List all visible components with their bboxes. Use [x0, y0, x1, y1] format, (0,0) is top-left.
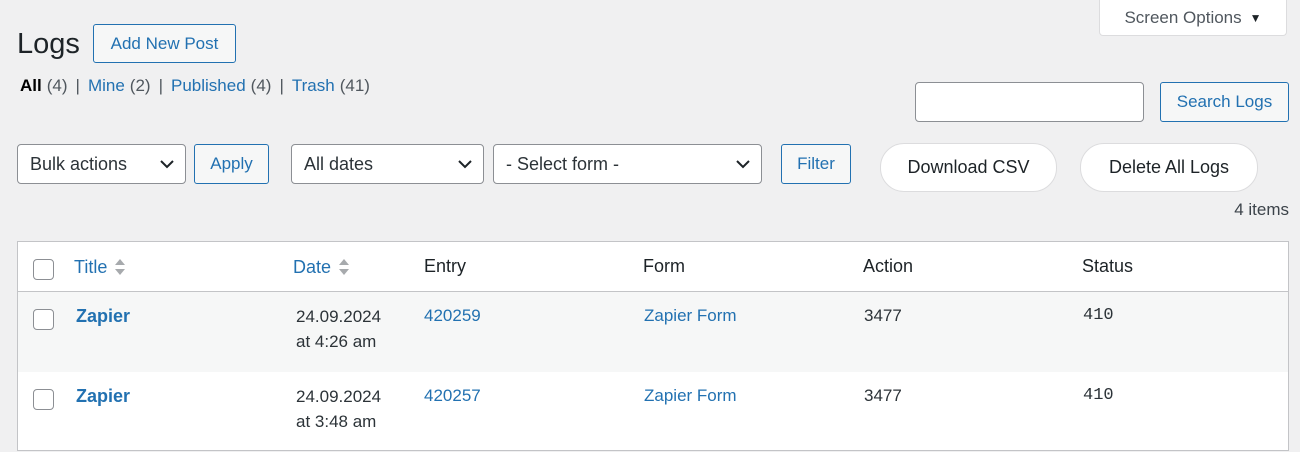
chevron-down-icon — [458, 160, 472, 169]
chevron-down-icon — [160, 160, 174, 169]
logs-table: Title Date Entry Form Action Status Zapi… — [17, 241, 1289, 451]
filter-button[interactable]: Filter — [781, 144, 851, 184]
row-action: 3477 — [864, 386, 902, 405]
sort-icon — [115, 259, 126, 275]
view-trash[interactable]: Trash (41) — [292, 75, 370, 97]
column-title[interactable]: Title — [74, 256, 127, 278]
column-action: Action — [863, 256, 914, 276]
select-all-checkbox[interactable] — [33, 259, 54, 280]
view-mine[interactable]: Mine (2) — [88, 75, 151, 97]
table-row: Zapier 24.09.2024 at 3:48 am 420257 Zapi… — [18, 372, 1288, 452]
dates-select[interactable]: All dates — [291, 144, 484, 184]
download-csv-button[interactable]: Download CSV — [880, 143, 1057, 192]
view-published[interactable]: Published (4) — [171, 75, 271, 97]
delete-all-logs-button[interactable]: Delete All Logs — [1080, 143, 1258, 192]
row-action: 3477 — [864, 306, 902, 325]
row-title-link[interactable]: Zapier — [76, 386, 130, 407]
view-filters: All (4) | Mine (2) | Published (4) | Trash(… — [20, 75, 370, 97]
apply-button[interactable]: Apply — [194, 144, 269, 184]
row-entry-link[interactable]: 420257 — [424, 386, 481, 406]
row-checkbox[interactable] — [33, 309, 54, 330]
column-date[interactable]: Date — [293, 256, 351, 278]
view-all[interactable]: All (4) — [20, 75, 68, 97]
row-checkbox[interactable] — [33, 389, 54, 410]
column-status: Status — [1082, 256, 1134, 276]
bulk-actions-value: Bulk actions — [30, 153, 128, 174]
row-form-link[interactable]: Zapier Form — [644, 306, 737, 326]
screen-options-button[interactable]: Screen Options ▼ — [1099, 0, 1287, 36]
row-form-link[interactable]: Zapier Form — [644, 386, 737, 406]
screen-options-label: Screen Options — [1124, 7, 1242, 27]
dates-value: All dates — [304, 153, 374, 174]
row-entry-link[interactable]: 420259 — [424, 306, 481, 326]
row-status: 410 — [1083, 386, 1114, 405]
chevron-down-icon — [736, 160, 750, 169]
row-title-link[interactable]: Zapier — [76, 306, 130, 327]
caret-down-icon: ▼ — [1249, 10, 1262, 25]
separator: | — [279, 76, 284, 95]
separator: | — [75, 76, 80, 95]
column-entry: Entry — [424, 256, 467, 276]
row-date: 24.09.2024 at 4:26 am — [296, 307, 382, 351]
search-logs-button[interactable]: Search Logs — [1160, 82, 1289, 122]
form-value: - Select form - — [506, 153, 620, 174]
sort-icon — [339, 259, 350, 275]
separator: | — [158, 76, 163, 95]
page-title: Logs — [17, 28, 80, 60]
row-status: 410 — [1083, 306, 1114, 325]
add-new-post-button[interactable]: Add New Post — [93, 24, 236, 63]
row-date: 24.09.2024 at 3:48 am — [296, 387, 382, 431]
bulk-actions-select[interactable]: Bulk actions — [17, 144, 186, 184]
search-input[interactable] — [915, 82, 1144, 122]
table-header: Title Date Entry Form Action Status — [18, 242, 1288, 292]
table-row: Zapier 24.09.2024 at 4:26 am 420259 Zapi… — [18, 292, 1288, 372]
form-select[interactable]: - Select form - — [493, 144, 762, 184]
column-form: Form — [643, 256, 685, 276]
items-count: 4 items — [1234, 200, 1289, 219]
